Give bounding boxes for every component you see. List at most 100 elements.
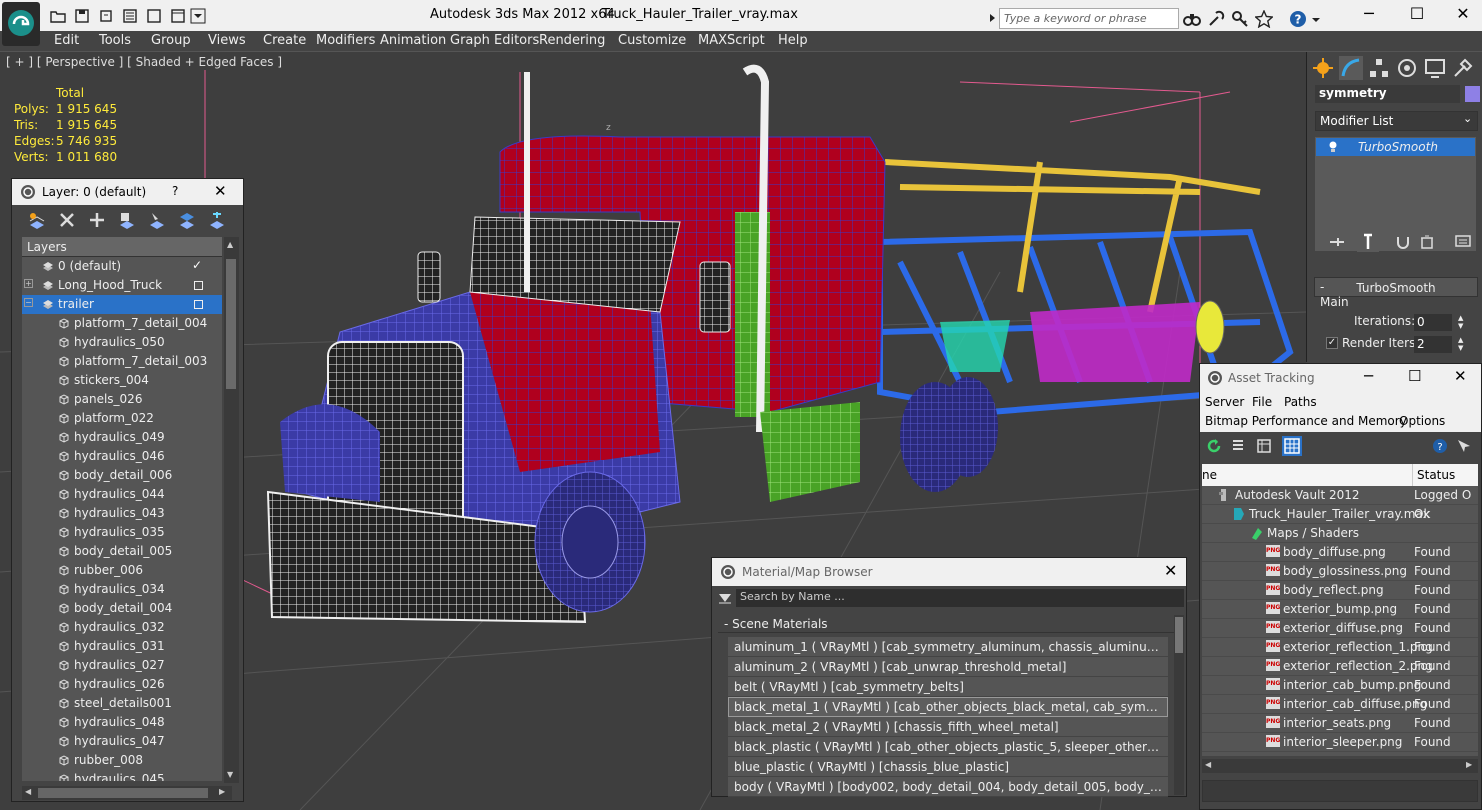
- material-browser-titlebar[interactable]: Material/Map Browser ✕: [712, 558, 1186, 586]
- set-current-layer-toggle[interactable]: [194, 300, 203, 309]
- layer-row[interactable]: hydraulics_043: [22, 504, 222, 523]
- asset-tracking-titlebar[interactable]: Asset Tracking ─ ☐ ✕: [1200, 364, 1481, 392]
- browser-options-icon[interactable]: [718, 592, 732, 604]
- asset-path-field[interactable]: [1202, 780, 1478, 802]
- scroll-up-icon[interactable]: ▲: [227, 240, 233, 249]
- highlight-selected-icon[interactable]: [148, 211, 166, 229]
- layer-row[interactable]: hydraulics_047: [22, 732, 222, 751]
- column-header-status[interactable]: Status: [1412, 464, 1455, 486]
- asset-row[interactable]: PNG body_diffuse.png Found: [1202, 543, 1478, 562]
- modifier-list-dropdown[interactable]: Modifier List ⌄: [1315, 111, 1478, 131]
- asset-horizontal-scrollbar[interactable]: ◀ ▶: [1202, 759, 1478, 773]
- render-iters-checkbox[interactable]: ✓: [1326, 337, 1338, 349]
- chevron-down-icon[interactable]: ⌄: [1463, 112, 1472, 125]
- material-list-item[interactable]: black_metal_2 ( VRayMtl ) [chassis_fifth…: [728, 717, 1168, 737]
- material-list-scroll-thumb[interactable]: [1175, 617, 1183, 653]
- layer-tree[interactable]: Layers 0 (default) ✓ + Long_Hood_Truck − trai…: [22, 237, 222, 781]
- expand-icon[interactable]: −: [24, 298, 33, 307]
- menu-help[interactable]: Help: [778, 33, 808, 48]
- menu-create[interactable]: Create: [263, 33, 306, 48]
- hide-all-layers-icon[interactable]: [178, 211, 196, 229]
- layer-row[interactable]: hydraulics_032: [22, 618, 222, 637]
- layer-vertical-scroll-thumb[interactable]: [226, 259, 236, 389]
- search-by-name-input[interactable]: Search by Name ...: [736, 589, 1184, 607]
- new-scene-icon[interactable]: [146, 8, 162, 24]
- asset-row[interactable]: PNG exterior_reflection_2.png Found: [1202, 657, 1478, 676]
- layer-row[interactable]: hydraulics_045: [22, 770, 222, 781]
- open-folder-icon[interactable]: [50, 8, 66, 24]
- iterations-spinner[interactable]: 0: [1414, 314, 1452, 331]
- menu-animation[interactable]: Animation: [380, 33, 446, 48]
- layer-row[interactable]: hydraulics_050: [22, 333, 222, 352]
- quick-access-dropdown-icon[interactable]: [190, 8, 206, 24]
- menu-graph-editors[interactable]: Graph Editors: [450, 33, 539, 48]
- help-dropdown-icon[interactable]: [1311, 10, 1321, 28]
- menu-views[interactable]: Views: [208, 33, 246, 48]
- layer-dialog-close-button[interactable]: ✕: [214, 182, 227, 200]
- asset-row[interactable]: PNG body_glossiness.png Found: [1202, 562, 1478, 581]
- layer-row[interactable]: platform_7_detail_004: [22, 314, 222, 333]
- create-layer-icon[interactable]: [28, 211, 46, 229]
- add-to-layer-icon[interactable]: [88, 211, 106, 229]
- layer-horizontal-scroll-thumb[interactable]: [38, 788, 208, 798]
- configure-modifier-sets-icon[interactable]: [1455, 235, 1473, 249]
- menu-maxscript[interactable]: MAXScript: [698, 33, 765, 48]
- refresh-icon[interactable]: [1206, 438, 1222, 454]
- asset-row[interactable]: PNG interior_cab_diffuse.png Found: [1202, 695, 1478, 714]
- menu-group[interactable]: Group: [151, 33, 191, 48]
- asset-tracking-table[interactable]: ne Status Autodesk Vault 2012 Logged O Tru…: [1202, 464, 1478, 756]
- layer-row[interactable]: hydraulics_026: [22, 675, 222, 694]
- material-list-item[interactable]: black_metal_1 ( VRayMtl ) [cab_other_obj…: [728, 697, 1168, 717]
- scroll-left-icon[interactable]: ◀: [25, 787, 31, 796]
- list-view-icon[interactable]: [1230, 438, 1246, 454]
- hierarchy-tab-icon[interactable]: [1367, 56, 1391, 80]
- layer-row[interactable]: hydraulics_044: [22, 485, 222, 504]
- material-list-item[interactable]: aluminum_2 ( VRayMtl ) [cab_unwrap_thres…: [728, 657, 1168, 677]
- select-in-layer-icon[interactable]: [118, 211, 136, 229]
- project-icon[interactable]: [170, 8, 186, 24]
- object-color-swatch[interactable]: [1465, 86, 1480, 102]
- close-button[interactable]: ✕: [1440, 4, 1482, 28]
- modifier-stack-item[interactable]: TurboSmooth: [1316, 138, 1475, 156]
- material-list-item[interactable]: body ( VRayMtl ) [body002, body_detail_0…: [728, 777, 1168, 797]
- material-list-item[interactable]: belt ( VRayMtl ) [cab_symmetry_belts]: [728, 677, 1168, 697]
- search-expand-icon[interactable]: [989, 13, 997, 23]
- asset-row[interactable]: Autodesk Vault 2012 Logged O: [1202, 486, 1478, 505]
- asset-row[interactable]: PNG exterior_diffuse.png Found: [1202, 619, 1478, 638]
- remove-modifier-icon[interactable]: [1419, 235, 1435, 249]
- lightbulb-icon[interactable]: [1328, 141, 1338, 153]
- layer-row[interactable]: 0 (default) ✓: [22, 257, 222, 276]
- keyword-search-input[interactable]: Type a keyword or phrase: [999, 8, 1179, 29]
- asset-row[interactable]: Truck_Hauler_Trailer_vray.max Ok: [1202, 505, 1478, 524]
- layer-row[interactable]: hydraulics_049: [22, 428, 222, 447]
- undo-icon[interactable]: [98, 8, 114, 24]
- column-header-name[interactable]: ne: [1202, 468, 1217, 482]
- scroll-right-icon[interactable]: ▶: [219, 787, 225, 796]
- menu-edit[interactable]: Edit: [54, 33, 79, 48]
- context-help-icon[interactable]: [1456, 438, 1472, 454]
- layer-row[interactable]: panels_026: [22, 390, 222, 409]
- viewport-label[interactable]: [ + ] [ Perspective ] [ Shaded + Edged F…: [6, 55, 282, 69]
- asset-menu-file[interactable]: File: [1252, 395, 1272, 409]
- asset-row[interactable]: PNG exterior_bump.png Found: [1202, 600, 1478, 619]
- minimize-button[interactable]: ─: [1346, 4, 1392, 28]
- spinner-arrows-icon[interactable]: ▲ ▼: [1458, 336, 1463, 352]
- asset-row[interactable]: PNG body_reflect.png Found: [1202, 581, 1478, 600]
- current-layer-checkmark-icon[interactable]: ✓: [192, 258, 202, 272]
- layer-row[interactable]: rubber_006: [22, 561, 222, 580]
- set-current-layer-toggle[interactable]: [194, 281, 203, 290]
- make-unique-icon[interactable]: [1395, 235, 1411, 249]
- layer-row[interactable]: stickers_004: [22, 371, 222, 390]
- layer-dialog-help-button[interactable]: ?: [172, 184, 178, 198]
- collapse-icon[interactable]: -: [1320, 280, 1324, 294]
- object-name-field[interactable]: symmetry: [1315, 85, 1460, 103]
- motion-tab-icon[interactable]: [1395, 56, 1419, 80]
- turbosmooth-rollout-header[interactable]: - TurboSmooth: [1314, 277, 1478, 297]
- layer-horizontal-scrollbar[interactable]: ◀ ▶: [22, 786, 232, 800]
- layer-dialog-titlebar[interactable]: Layer: 0 (default) ? ✕: [12, 179, 243, 205]
- table-view-icon[interactable]: [1256, 438, 1272, 454]
- layer-vertical-scrollbar[interactable]: ▲ ▼: [224, 237, 239, 783]
- material-list-item[interactable]: black_plastic ( VRayMtl ) [cab_other_obj…: [728, 737, 1168, 757]
- layer-row[interactable]: hydraulics_031: [22, 637, 222, 656]
- modify-tab-icon[interactable]: [1339, 56, 1363, 80]
